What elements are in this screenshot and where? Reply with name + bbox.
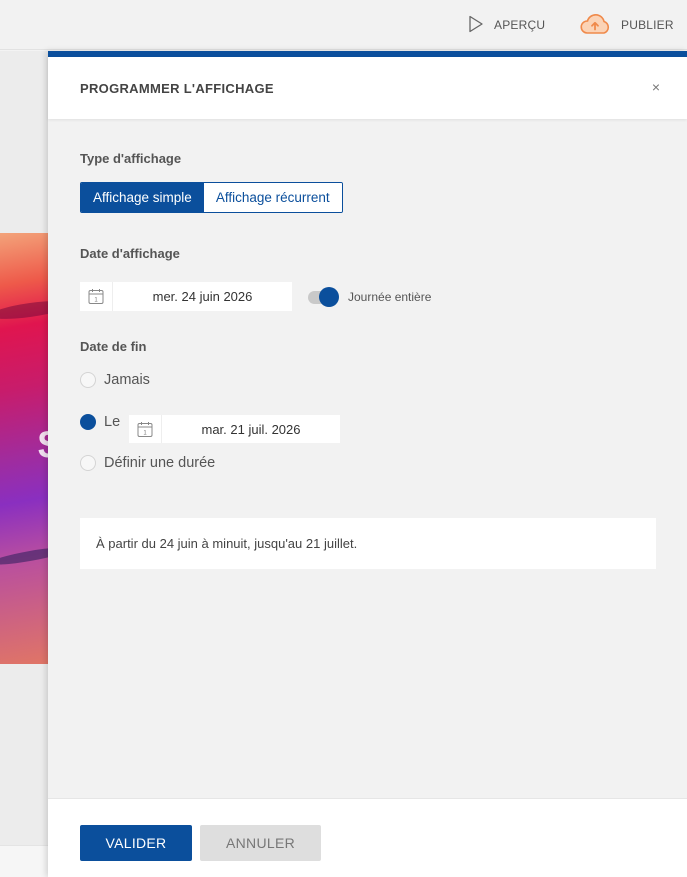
end-never-radio[interactable]: Jamais <box>80 372 150 388</box>
preview-button[interactable]: APERÇU <box>468 0 545 50</box>
display-type-label: Type d'affichage <box>80 151 182 166</box>
schedule-drawer: PROGRAMMER L'AFFICHAGE × Type d'affichag… <box>48 51 687 877</box>
cloud-upload-icon <box>579 13 611 38</box>
display-date-label: Date d'affichage <box>80 246 180 261</box>
radio-button[interactable] <box>80 372 96 388</box>
drawer-footer: VALIDER ANNULER <box>48 798 687 877</box>
end-on-date-label: Le <box>104 414 121 430</box>
display-type-switch: Affichage simple Affichage récurrent <box>80 182 343 213</box>
end-date-label: Date de fin <box>80 339 147 354</box>
play-icon <box>468 15 484 36</box>
publish-button[interactable]: PUBLIER <box>579 0 674 50</box>
calendar-icon[interactable]: 1 <box>80 282 113 311</box>
background-image: $ <box>0 233 48 664</box>
drawer-header: PROGRAMMER L'AFFICHAGE × <box>48 57 687 119</box>
option-simple-display[interactable]: Affichage simple <box>81 183 204 212</box>
drawer-title: PROGRAMMER L'AFFICHAGE <box>80 81 274 96</box>
schedule-summary: À partir du 24 juin à minuit, jusqu'au 2… <box>80 518 656 569</box>
display-date-picker[interactable]: 1 mer. 24 juin 2026 <box>80 282 292 311</box>
svg-text:1: 1 <box>143 430 147 436</box>
all-day-label: Journée entière <box>348 290 432 304</box>
all-day-toggle[interactable] <box>308 287 340 307</box>
end-duration-label: Définir une durée <box>104 455 216 471</box>
end-on-date-radio[interactable]: Le <box>80 414 120 430</box>
end-date-value: mar. 21 juil. 2026 <box>201 421 301 437</box>
publish-label: PUBLIER <box>621 18 674 32</box>
end-date-picker[interactable]: 1 mar. 21 juil. 2026 <box>129 415 340 443</box>
validate-button[interactable]: VALIDER <box>80 825 192 861</box>
display-date-value: mer. 24 juin 2026 <box>152 289 253 304</box>
top-toolbar: APERÇU PUBLIER <box>0 0 687 50</box>
radio-button[interactable] <box>80 455 96 471</box>
close-icon[interactable]: × <box>648 79 664 95</box>
radio-button-checked[interactable] <box>80 414 96 430</box>
cancel-button[interactable]: ANNULER <box>200 825 321 861</box>
background-glyph: $ <box>38 423 48 468</box>
calendar-icon[interactable]: 1 <box>129 415 162 443</box>
end-duration-radio[interactable]: Définir une durée <box>80 455 215 471</box>
svg-text:1: 1 <box>94 298 98 304</box>
option-recurring-display[interactable]: Affichage récurrent <box>203 183 342 212</box>
editor-bottom-bar <box>0 845 48 877</box>
preview-label: APERÇU <box>494 18 546 32</box>
end-never-label: Jamais <box>104 372 150 388</box>
